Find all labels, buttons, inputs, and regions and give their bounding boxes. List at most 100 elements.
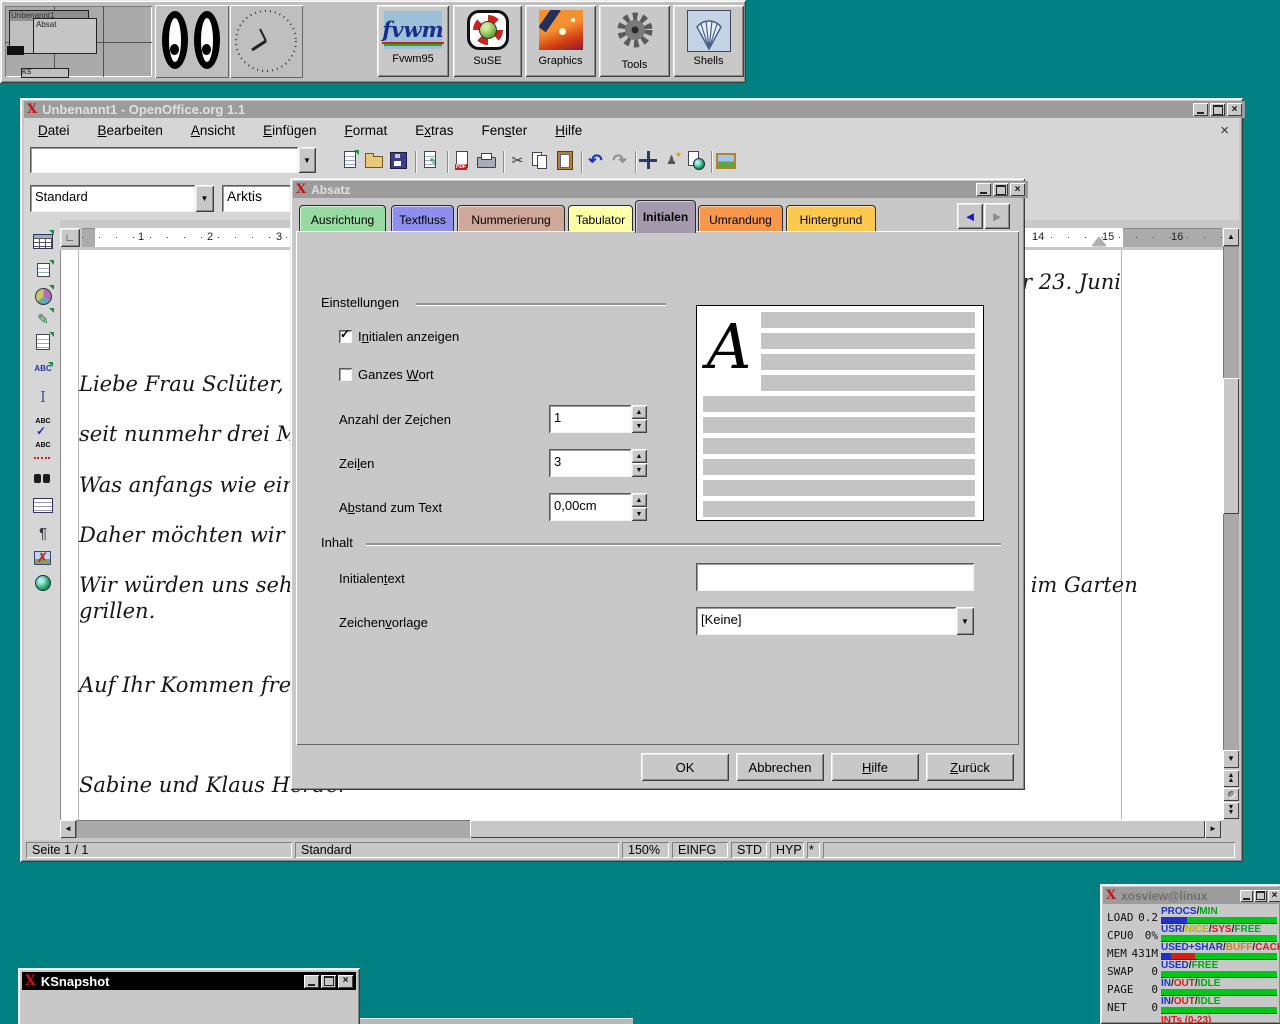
menu-hilfe[interactable]: Hilfe bbox=[541, 123, 596, 138]
tab-textfluss[interactable]: Textfluss bbox=[391, 205, 454, 233]
spin-up-button[interactable]: ▲ bbox=[631, 493, 647, 507]
insert-fields-icon[interactable] bbox=[32, 260, 54, 282]
vertical-scrollbar-thumb[interactable] bbox=[1223, 378, 1239, 514]
tab-hintergrund[interactable]: Hintergrund bbox=[786, 205, 876, 233]
tab-initialen[interactable]: Initialen bbox=[635, 200, 696, 233]
status-pagestyle[interactable]: Standard bbox=[295, 842, 619, 858]
launcher-shells[interactable]: Shells bbox=[673, 5, 744, 77]
minimize-button[interactable] bbox=[1193, 103, 1208, 116]
pager-mini-window-iconified[interactable] bbox=[7, 46, 24, 55]
document-close-icon[interactable]: × bbox=[1220, 122, 1229, 139]
export-pdf-icon[interactable]: PDF bbox=[452, 150, 473, 170]
pager-mini-window-ksnapshot[interactable]: KS bbox=[21, 68, 69, 78]
dialog-titlebar[interactable]: X Absatz × bbox=[293, 181, 1028, 198]
menu-einfuegen[interactable]: Einfügen bbox=[249, 123, 330, 138]
scroll-up-button[interactable]: ▲ bbox=[1223, 228, 1239, 246]
close-button[interactable]: × bbox=[1227, 103, 1242, 116]
char-style-combobox[interactable]: [Keine] ▼ bbox=[696, 607, 974, 635]
status-insert-mode[interactable]: EINFG bbox=[672, 842, 728, 858]
nonprinting-characters-icon[interactable]: ¶ bbox=[32, 522, 54, 544]
tab-scroll-right-button[interactable]: ► bbox=[984, 203, 1010, 229]
url-dropdown-button[interactable]: ▼ bbox=[298, 147, 316, 173]
edit-file-icon[interactable]: ✎ bbox=[420, 150, 441, 170]
maximize-button[interactable] bbox=[993, 183, 1008, 196]
spin-down-button[interactable]: ▼ bbox=[631, 507, 647, 521]
url-input[interactable] bbox=[30, 147, 298, 173]
close-button[interactable]: × bbox=[338, 975, 353, 988]
help-button[interactable]: Hilfe bbox=[831, 753, 919, 781]
status-page[interactable]: Seite 1 / 1 bbox=[26, 842, 292, 858]
dropcap-text-input[interactable] bbox=[696, 563, 974, 591]
close-button[interactable]: × bbox=[1268, 890, 1280, 902]
menu-extras[interactable]: Extras bbox=[401, 123, 467, 138]
num-chars-spinner[interactable]: 1 ▲ ▼ bbox=[549, 405, 647, 433]
paste-icon[interactable] bbox=[554, 150, 575, 170]
launcher-fvwm95[interactable]: fvwm Fvwm95 bbox=[377, 5, 449, 77]
scroll-down-button[interactable]: ▼ bbox=[1223, 750, 1239, 768]
whole-word-checkbox[interactable] bbox=[339, 368, 352, 381]
minimize-button[interactable] bbox=[1240, 890, 1253, 902]
ok-button[interactable]: OK bbox=[641, 753, 729, 781]
pager-mini-window-dialog[interactable]: Absat bbox=[33, 18, 97, 54]
online-layout-icon[interactable] bbox=[32, 572, 54, 594]
desktop-pager[interactable]: Unbenannt1 Absat KS bbox=[5, 6, 152, 77]
show-dropcaps-checkbox[interactable]: ✓ bbox=[339, 330, 352, 343]
find-replace-icon[interactable] bbox=[32, 468, 54, 490]
menu-bearbeiten[interactable]: Bearbeiten bbox=[84, 123, 177, 138]
navigation-dot-button[interactable] bbox=[1223, 788, 1239, 801]
distance-spinner[interactable]: 0,00cm ▲ ▼ bbox=[549, 493, 647, 521]
menu-format[interactable]: Format bbox=[330, 123, 401, 138]
autopilot-icon[interactable]: ♟★ bbox=[661, 150, 682, 170]
status-hyperlink-mode[interactable]: HYP bbox=[770, 842, 804, 858]
whole-word-label[interactable]: Ganzes Wort bbox=[358, 367, 434, 382]
form-functions-icon[interactable] bbox=[32, 332, 54, 354]
char-style-value[interactable]: [Keine] bbox=[696, 607, 956, 635]
style-dropdown-button[interactable]: ▼ bbox=[195, 185, 214, 212]
autospellcheck-icon[interactable]: ABC bbox=[32, 440, 54, 462]
gallery-icon[interactable] bbox=[715, 150, 736, 170]
spellcheck-icon[interactable]: ABC✓ bbox=[32, 416, 54, 438]
web-document-icon[interactable] bbox=[684, 150, 705, 170]
scroll-right-button[interactable]: ► bbox=[1205, 820, 1221, 838]
paragraph-style-value[interactable]: Standard bbox=[30, 185, 195, 212]
minimize-button[interactable] bbox=[304, 975, 319, 988]
tab-tabulator[interactable]: Tabulator bbox=[568, 205, 633, 233]
undo-icon[interactable]: ↶ bbox=[585, 150, 606, 170]
maximize-button[interactable] bbox=[1254, 890, 1267, 902]
tab-umrandung[interactable]: Umrandung bbox=[698, 205, 783, 233]
lines-spinner[interactable]: 3 ▲ ▼ bbox=[549, 449, 647, 477]
cancel-button[interactable]: Abbrechen bbox=[736, 753, 824, 781]
horizontal-scrollbar-thumb[interactable] bbox=[470, 820, 1205, 838]
graphics-onoff-icon[interactable]: ✗ bbox=[32, 547, 54, 569]
draw-functions-icon[interactable]: ✎ bbox=[32, 308, 54, 330]
launcher-suse[interactable]: SuSE bbox=[453, 5, 522, 77]
paragraph-style-combobox[interactable]: Standard ▼ bbox=[30, 185, 214, 212]
open-file-icon[interactable] bbox=[364, 150, 385, 170]
insert-table-icon[interactable] bbox=[32, 230, 54, 252]
right-indent-marker[interactable] bbox=[1092, 237, 1106, 246]
direct-cursor-icon[interactable]: I bbox=[32, 386, 54, 408]
tab-scroll-left-button[interactable]: ◄ bbox=[957, 203, 983, 229]
minimize-button[interactable] bbox=[976, 183, 991, 196]
spin-down-button[interactable]: ▼ bbox=[631, 419, 647, 433]
maximize-button[interactable] bbox=[321, 975, 336, 988]
scroll-left-button[interactable]: ◄ bbox=[60, 820, 76, 838]
menu-fenster[interactable]: Fenster bbox=[468, 123, 542, 138]
tab-stop-selector[interactable]: ∟ bbox=[60, 228, 80, 247]
redo-icon[interactable]: ↷ bbox=[609, 150, 630, 170]
launcher-tools[interactable]: Tools bbox=[599, 5, 670, 77]
status-zoom[interactable]: 150% bbox=[622, 842, 669, 858]
show-dropcaps-label[interactable]: Initialen anzeigen bbox=[358, 329, 459, 344]
char-style-dropdown-button[interactable]: ▼ bbox=[956, 607, 974, 635]
back-button[interactable]: Zurück bbox=[926, 753, 1014, 781]
num-chars-value[interactable]: 1 bbox=[549, 405, 631, 433]
spin-up-button[interactable]: ▲ bbox=[631, 405, 647, 419]
save-icon[interactable] bbox=[388, 150, 409, 170]
lines-value[interactable]: 3 bbox=[549, 449, 631, 477]
url-combobox[interactable]: ▼ bbox=[30, 147, 316, 173]
tab-ausrichtung[interactable]: Ausrichtung bbox=[299, 205, 386, 233]
data-sources-icon[interactable] bbox=[32, 494, 54, 516]
maximize-button[interactable] bbox=[1210, 103, 1225, 116]
autotext-icon[interactable]: ABC bbox=[32, 362, 54, 384]
copy-icon[interactable] bbox=[530, 150, 551, 170]
